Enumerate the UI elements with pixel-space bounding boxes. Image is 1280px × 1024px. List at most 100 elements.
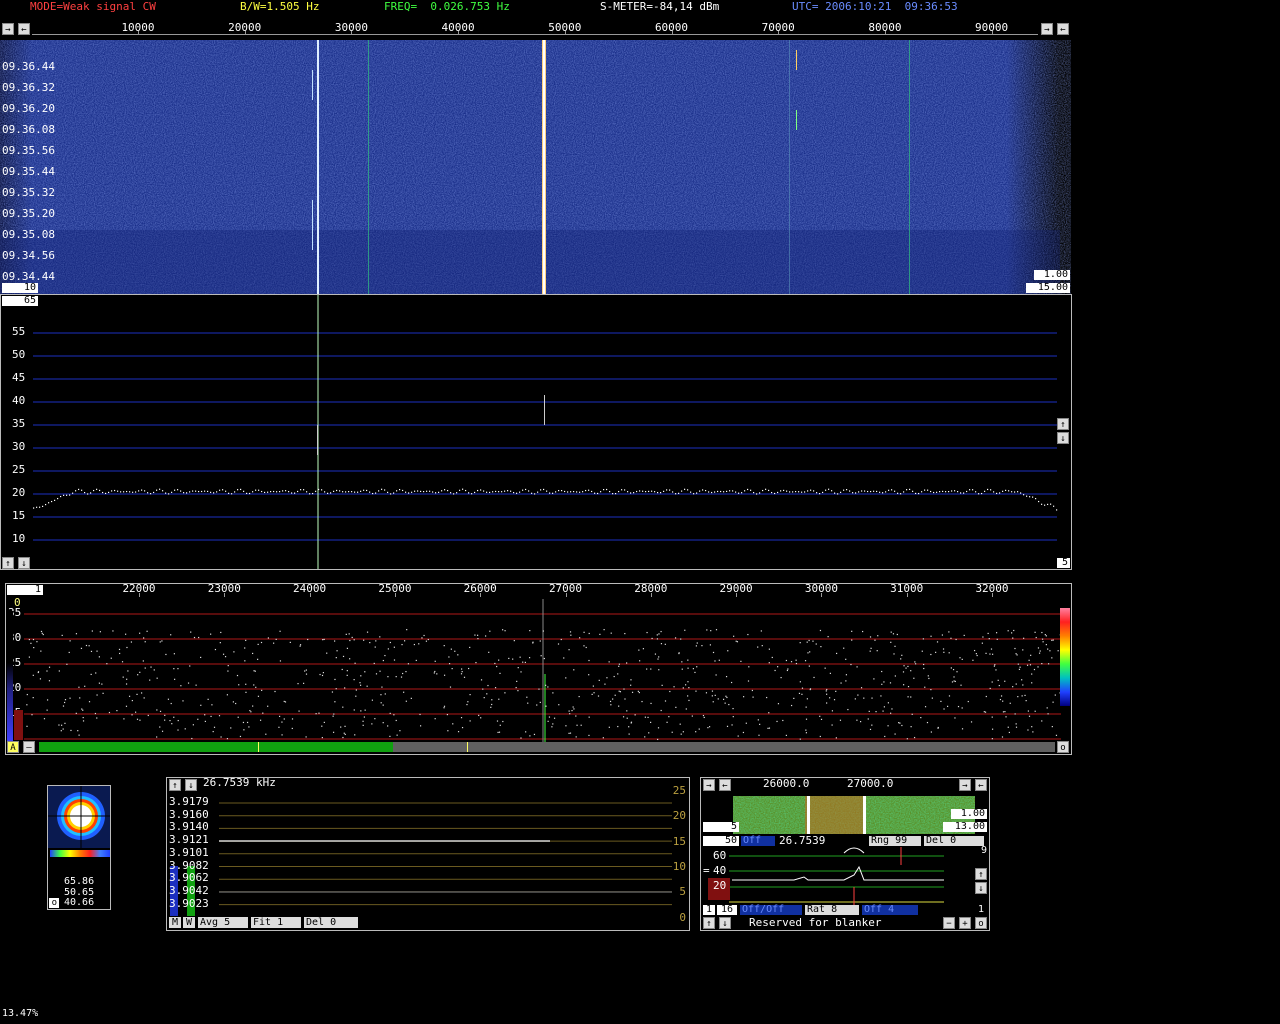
zoom-noise-point bbox=[1023, 637, 1025, 639]
del-control[interactable]: Del 0 bbox=[304, 917, 358, 928]
spectrum-noise-point bbox=[699, 490, 701, 492]
mini-offoff-button[interactable]: Off/Off bbox=[740, 905, 802, 915]
mini-left-button[interactable]: ← bbox=[719, 779, 731, 791]
scope-panel[interactable]: 65.86 50.65 o 40.66 bbox=[47, 785, 111, 910]
zoom-noise-point bbox=[573, 669, 575, 671]
mini-gain-box[interactable]: 5 bbox=[703, 822, 739, 832]
frequency-panel[interactable] bbox=[166, 777, 690, 931]
zoom-noise-point bbox=[70, 729, 72, 732]
zoom-noise-point bbox=[1011, 632, 1013, 634]
zoom-panel[interactable] bbox=[5, 583, 1072, 755]
mini-off-button[interactable]: Off bbox=[741, 836, 775, 846]
mode-w-button[interactable]: W bbox=[183, 917, 195, 928]
waterfall-brightness-box[interactable]: 1.00 bbox=[1034, 270, 1070, 280]
zoom-noise-point bbox=[805, 706, 807, 708]
spectrum-noise-point bbox=[315, 490, 317, 492]
mini-brightness-box[interactable]: 1.00 bbox=[951, 809, 987, 819]
zoom-noise-point bbox=[146, 630, 148, 632]
zoom-noise-point bbox=[1057, 650, 1059, 652]
spectrum-panel[interactable] bbox=[0, 294, 1072, 570]
mini-row2-a[interactable]: 1 bbox=[703, 905, 715, 915]
zoom-noise-point bbox=[273, 642, 275, 644]
mini-down2-button[interactable]: ↓ bbox=[719, 917, 731, 929]
mini-up2-button[interactable]: ↑ bbox=[703, 917, 715, 929]
mini-right-button[interactable]: → bbox=[703, 779, 715, 791]
spectrum-noise-point bbox=[747, 488, 749, 491]
zoom-noise-point bbox=[68, 651, 70, 654]
zoom-noise-point bbox=[664, 643, 666, 645]
fit-control[interactable]: Fit 1 bbox=[251, 917, 301, 928]
spectrum-avg-box[interactable]: 5 bbox=[1057, 558, 1070, 568]
zoom-noise-point bbox=[349, 658, 351, 660]
spectrum-top-level-box[interactable]: 65 bbox=[2, 296, 38, 306]
zoom-noise-point bbox=[321, 674, 324, 677]
spectrum-up-button[interactable]: ↑ bbox=[1057, 418, 1069, 430]
spectrum-noise-point bbox=[246, 492, 248, 494]
mini-del-control[interactable]: Del 0 bbox=[924, 836, 984, 846]
zoom-noise-point bbox=[678, 652, 680, 655]
mini-up-button[interactable]: ↑ bbox=[975, 868, 987, 880]
scroll-right-button-end[interactable]: → bbox=[1041, 23, 1053, 35]
mini-rat-control[interactable]: Rat 8 bbox=[805, 905, 859, 915]
zoom-noise-point bbox=[211, 704, 213, 706]
zoom-noise-point bbox=[543, 657, 545, 660]
mini-plus-button[interactable]: + bbox=[959, 917, 971, 929]
zoom-close-button[interactable]: o bbox=[1057, 741, 1069, 753]
waterfall-contrast-box[interactable]: 15.00 bbox=[1026, 283, 1070, 293]
zoom-factor-box[interactable]: 1 bbox=[7, 585, 43, 595]
zoom-noise-point bbox=[591, 693, 593, 695]
waterfall-gain-box[interactable]: 10 bbox=[2, 283, 38, 293]
waterfall-panel[interactable] bbox=[0, 40, 1071, 294]
spectrum-scale-down-button[interactable]: ↓ bbox=[18, 557, 30, 569]
mini-right-button-end[interactable]: → bbox=[959, 779, 971, 791]
mini-row2-b[interactable]: 16 bbox=[717, 905, 737, 915]
spectrum-noise-point bbox=[462, 488, 464, 490]
scroll-right-button[interactable]: → bbox=[2, 23, 14, 35]
spectrum-noise-point bbox=[993, 491, 995, 493]
freq-row-label: 3.9179 bbox=[169, 795, 209, 808]
spectrum-noise-point bbox=[204, 490, 206, 492]
zoom-noise-point bbox=[568, 732, 570, 734]
mini-minus-button[interactable]: − bbox=[943, 917, 955, 929]
mode-m-button[interactable]: M bbox=[169, 917, 181, 928]
minimize-button[interactable]: — bbox=[23, 741, 35, 753]
scroll-left-button[interactable]: ← bbox=[18, 23, 30, 35]
zoom-slider-marker-2[interactable] bbox=[467, 742, 468, 752]
spectrum-noise-point bbox=[555, 491, 557, 493]
mini-off4-button[interactable]: Off 4 bbox=[862, 905, 918, 915]
spectrum-down-button[interactable]: ↓ bbox=[1057, 432, 1069, 444]
spectrum-noise-point bbox=[939, 491, 941, 493]
zoom-noise-point bbox=[873, 678, 875, 680]
zoom-noise-point bbox=[839, 719, 842, 721]
zoom-noise-point bbox=[1041, 638, 1044, 640]
mini-rng-control[interactable]: Rng 99 bbox=[869, 836, 921, 846]
mini-down-button[interactable]: ↓ bbox=[975, 882, 987, 894]
spectrum-noise-point bbox=[459, 489, 461, 491]
spectrum-noise-point bbox=[723, 491, 725, 493]
zoom-slider-fill[interactable] bbox=[39, 742, 393, 752]
zoom-noise-point bbox=[857, 694, 859, 696]
auto-button[interactable]: A bbox=[7, 741, 19, 753]
scope-reset-button[interactable]: o bbox=[49, 898, 59, 908]
spectrum-level-label: 35 bbox=[12, 417, 26, 430]
zoom-noise-point bbox=[43, 718, 46, 720]
freq-down-button[interactable]: ↓ bbox=[185, 779, 197, 791]
zoom-noise-point bbox=[460, 673, 463, 675]
avg-control[interactable]: Avg 5 bbox=[198, 917, 248, 928]
mini-left-button-end[interactable]: ← bbox=[975, 779, 987, 791]
mini-row1-a[interactable]: 50 bbox=[703, 836, 739, 846]
zoom-noise-point bbox=[1041, 662, 1043, 665]
zoom-noise-point bbox=[136, 693, 138, 696]
zoom-noise-point bbox=[395, 676, 397, 678]
freq-up-button[interactable]: ↑ bbox=[169, 779, 181, 791]
zoom-noise-point bbox=[78, 686, 80, 688]
spectrum-noise-point bbox=[501, 491, 503, 493]
scroll-left-button-end[interactable]: ← bbox=[1057, 23, 1069, 35]
mini-close-button[interactable]: o bbox=[975, 917, 987, 929]
zoom-noise-point bbox=[244, 647, 246, 649]
zoom-noise-point bbox=[318, 712, 320, 714]
spectrum-noise-point bbox=[453, 493, 455, 495]
spectrum-scale-up-button[interactable]: ↑ bbox=[2, 557, 14, 569]
mini-contrast-box[interactable]: 13.00 bbox=[943, 822, 987, 832]
zoom-noise-point bbox=[957, 705, 960, 708]
